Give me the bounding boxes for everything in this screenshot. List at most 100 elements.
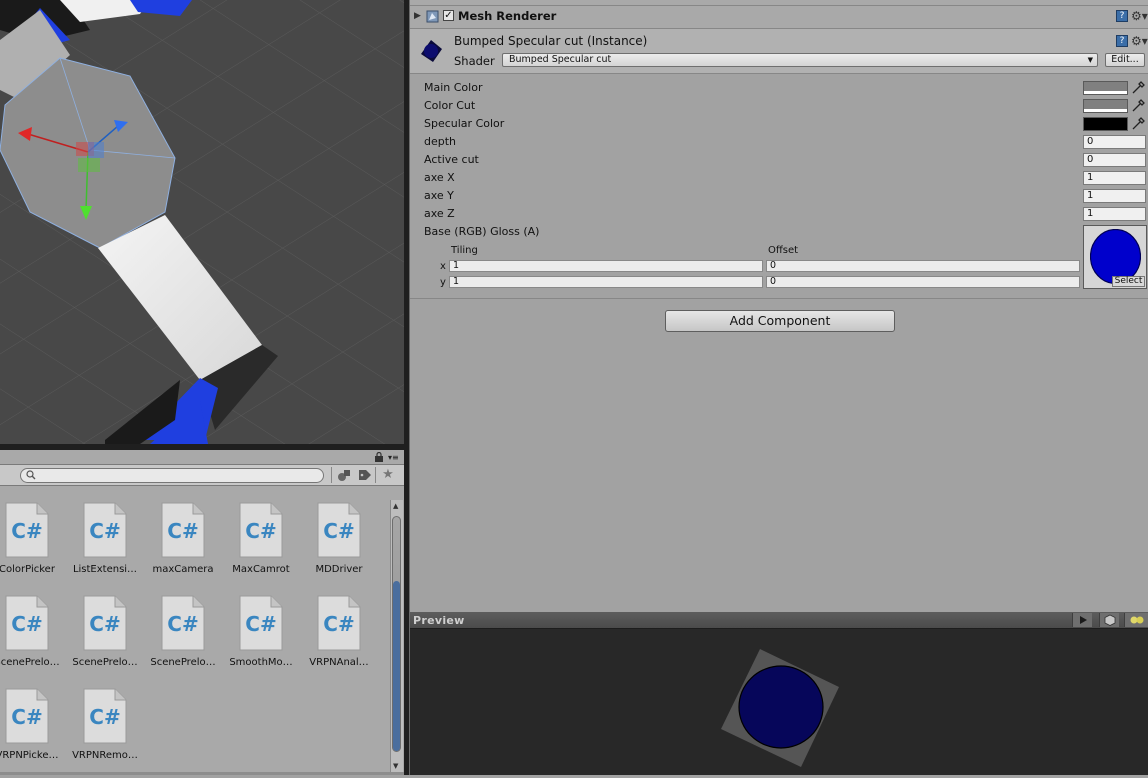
csharp-script-icon: C# — [83, 688, 127, 744]
specular-color-label: Specular Color — [424, 117, 505, 130]
csharp-script-icon: C# — [83, 595, 127, 651]
asset-item[interactable]: C# ColorPicker — [0, 486, 66, 575]
asset-item[interactable]: C# SmoothMo… — [222, 579, 300, 668]
asset-name: ScenePrelo… — [72, 657, 138, 668]
mesh-renderer-header[interactable]: ▶ ✓ Mesh Renderer ? ⚙▾ — [410, 6, 1148, 29]
asset-name: ScenePrelo… — [150, 657, 216, 668]
preview-title: Preview — [413, 614, 465, 627]
texture-select-button[interactable]: Select — [1112, 276, 1145, 287]
active-cut-field[interactable]: 0 — [1083, 153, 1146, 167]
search-input[interactable] — [20, 468, 324, 483]
asset-name: MDDriver — [315, 564, 363, 575]
asset-item[interactable]: C# ScenePrelo… — [0, 579, 66, 668]
asset-item[interactable]: C# maxCamera — [144, 486, 222, 575]
favorites-star-icon[interactable]: ★ — [379, 467, 397, 483]
asset-grid: C# ColorPicker C# ListExtensi… C# maxCamera C#… — [0, 486, 390, 770]
scroll-down-arrow-icon[interactable]: ▼ — [393, 762, 398, 770]
preview-panel: Preview — [410, 612, 1148, 775]
y-row-label: y — [440, 277, 446, 288]
gear-icon[interactable]: ⚙▾ — [1131, 34, 1148, 48]
help-book-icon[interactable]: ? — [1116, 35, 1128, 47]
foldout-arrow-icon[interactable]: ▶ — [414, 11, 421, 21]
project-toolbar: ★ — [0, 464, 404, 486]
scene-view[interactable] — [0, 0, 404, 444]
filter-by-label-icon[interactable] — [357, 467, 373, 483]
svg-text:C#: C# — [245, 519, 276, 543]
dropdown-caret-icon: ▼ — [1087, 56, 1093, 64]
asset-item[interactable]: C# ScenePrelo… — [144, 579, 222, 668]
csharp-script-icon: C# — [161, 502, 205, 558]
svg-text:C#: C# — [89, 612, 120, 636]
mesh-renderer-icon — [426, 10, 439, 23]
axe-x-field[interactable]: 1 — [1083, 171, 1146, 185]
axe-x-label: axe X — [424, 171, 455, 184]
texture-slot[interactable]: Select — [1083, 225, 1147, 289]
material-title: Bumped Specular cut (Instance) — [454, 34, 648, 48]
texture-label: Base (RGB) Gloss (A) — [424, 225, 540, 238]
svg-text:C#: C# — [89, 519, 120, 543]
csharp-script-icon: C# — [83, 502, 127, 558]
scroll-up-arrow-icon[interactable]: ▲ — [393, 502, 398, 510]
add-component-button[interactable]: Add Component — [665, 310, 895, 332]
eyedropper-icon[interactable] — [1131, 99, 1145, 113]
asset-item[interactable]: C# MDDriver — [300, 486, 378, 575]
asset-item[interactable]: C# VRPNAnal… — [300, 579, 378, 668]
color-cut-field[interactable] — [1083, 99, 1128, 113]
main-color-swatch — [1084, 82, 1127, 91]
eyedropper-icon[interactable] — [1131, 81, 1145, 95]
section-divider — [410, 298, 1148, 299]
asset-name: ListExtensi… — [72, 564, 138, 575]
csharp-script-icon: C# — [5, 688, 49, 744]
material-thumbnail[interactable] — [417, 37, 445, 65]
preview-mesh-button[interactable] — [1099, 613, 1119, 627]
asset-item[interactable]: C# ListExtensi… — [66, 486, 144, 575]
asset-item[interactable]: C# VRPNRemo… — [66, 672, 144, 761]
axe-z-field[interactable]: 1 — [1083, 207, 1146, 221]
filter-by-type-icon[interactable] — [336, 467, 352, 483]
gear-icon[interactable]: ⚙▾ — [1131, 9, 1148, 23]
tiling-y-field[interactable]: 1 — [449, 276, 763, 288]
edit-shader-button[interactable]: Edit... — [1105, 53, 1145, 67]
mesh-renderer-enabled-checkbox[interactable]: ✓ — [443, 10, 454, 21]
svg-text:C#: C# — [89, 705, 120, 729]
lock-icon[interactable] — [374, 452, 384, 462]
offset-label: Offset — [768, 245, 799, 256]
scene-viewport[interactable] — [0, 0, 404, 444]
specular-color-swatch — [1084, 118, 1127, 130]
csharp-script-icon: C# — [239, 502, 283, 558]
preview-viewport[interactable] — [410, 629, 1148, 775]
asset-item[interactable]: C# ScenePrelo… — [66, 579, 144, 668]
panel-menu-icon[interactable]: ▾≡ — [388, 453, 400, 462]
svg-text:C#: C# — [11, 519, 42, 543]
asset-item[interactable]: C# VRPNPicke… — [0, 672, 66, 761]
preview-lighting-button[interactable] — [1124, 613, 1148, 627]
specular-color-field[interactable] — [1083, 117, 1128, 131]
material-header: Bumped Specular cut (Instance) ? ⚙▾ Shad… — [410, 29, 1148, 74]
depth-field[interactable]: 0 — [1083, 135, 1146, 149]
asset-item[interactable]: C# MaxCamrot — [222, 486, 300, 575]
csharp-script-icon: C# — [5, 502, 49, 558]
offset-x-field[interactable]: 0 — [766, 260, 1080, 272]
axe-y-field[interactable]: 1 — [1083, 189, 1146, 203]
scroll-thumb[interactable] — [392, 516, 401, 752]
eyedropper-icon[interactable] — [1131, 117, 1145, 131]
main-color-field[interactable] — [1083, 81, 1128, 95]
color-cut-swatch — [1084, 100, 1127, 109]
project-panel: ▾≡ ★ C# ColorPicker C# ListExtensi… C# maxCam… — [0, 450, 404, 775]
play-preview-button[interactable] — [1072, 613, 1092, 627]
svg-text:C#: C# — [11, 612, 42, 636]
shader-dropdown[interactable]: Bumped Specular cut ▼ — [502, 53, 1098, 67]
help-book-icon[interactable]: ? — [1116, 10, 1128, 22]
svg-text:C#: C# — [11, 705, 42, 729]
toolbar-separator — [331, 467, 332, 483]
svg-text:C#: C# — [245, 612, 276, 636]
offset-y-field[interactable]: 0 — [766, 276, 1080, 288]
material-preview — [721, 649, 839, 767]
svg-text:C#: C# — [167, 612, 198, 636]
asset-name: VRPNAnal… — [309, 657, 369, 668]
csharp-script-icon: C# — [317, 595, 361, 651]
tiling-x-field[interactable]: 1 — [449, 260, 763, 272]
scroll-thumb-highlight — [393, 581, 400, 751]
asset-scrollbar[interactable]: ▲ ▼ — [390, 500, 403, 772]
active-cut-label: Active cut — [424, 153, 479, 166]
